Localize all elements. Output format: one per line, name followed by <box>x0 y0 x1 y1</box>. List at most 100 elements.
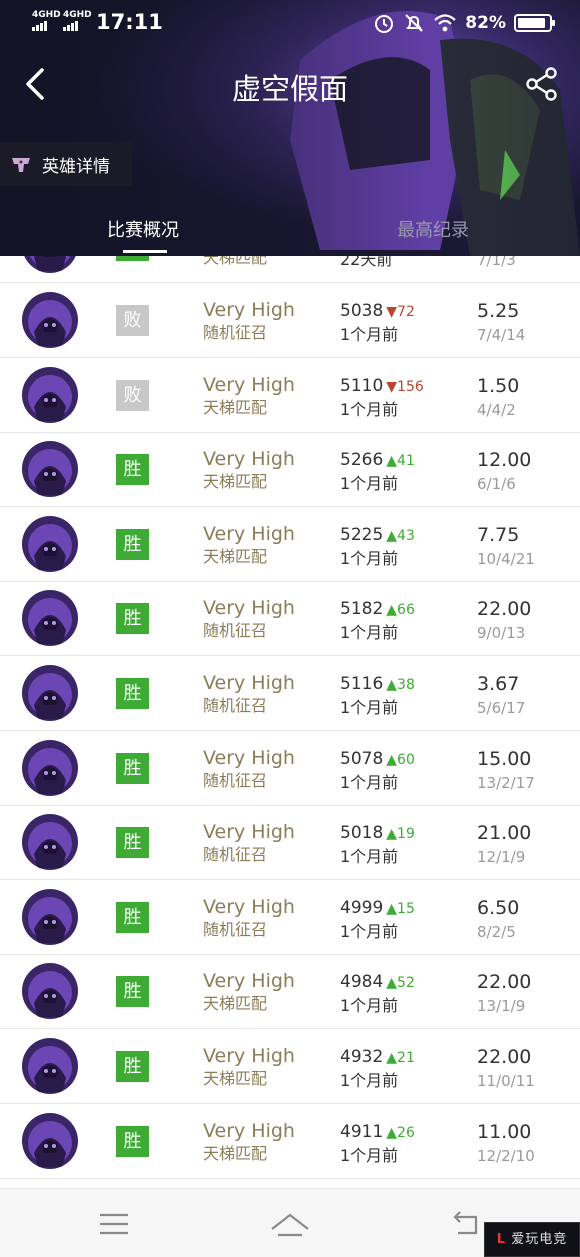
match-row-partial[interactable]: 天梯匹配 22天前 7/1/3 <box>0 256 580 283</box>
mmr-value: 4984 ▲52 <box>340 972 415 993</box>
triangle-down-icon: ▼ <box>386 378 398 395</box>
kda-detail: 9/0/13 <box>477 624 526 643</box>
match-time-ago: 1个月前 <box>340 996 399 1016</box>
result-badge: 胜 <box>116 603 149 635</box>
skill-bracket: Very High <box>203 522 295 545</box>
match-row[interactable]: 胜 Very High 天梯匹配 4911 ▲26 1个月前 11.00 12/2/10 <box>0 1104 580 1179</box>
mmr-number: 5116 <box>340 674 384 694</box>
match-time-ago: 1个月前 <box>340 1145 399 1165</box>
mmr-number: 4984 <box>340 972 384 993</box>
match-row[interactable]: 胜 Very High 随机征召 4999 ▲15 1个月前 6.50 8/2/5 <box>0 880 580 955</box>
match-row[interactable]: 胜 Very High 随机征召 5018 ▲19 1个月前 21.00 12/1/9 <box>0 805 580 881</box>
match-row[interactable]: 败 Very High 天梯匹配 5110 ▼156 1个月前 1.50 4/4/2 <box>0 358 580 433</box>
hero-detail-button[interactable]: 英雄详情 <box>0 142 132 186</box>
status-right-group: 82% <box>373 10 555 36</box>
kda-ratio: 1.50 <box>477 374 520 397</box>
mmr-delta-value: 72 <box>397 304 415 320</box>
triangle-up-icon: ▲ <box>386 1124 398 1141</box>
match-row[interactable]: 胜 Very High 天梯匹配 4932 ▲21 1个月前 22.00 11/0/11 <box>0 1029 580 1104</box>
mmr-value: 5078 ▲60 <box>340 749 415 770</box>
match-mode: 随机征召 <box>203 845 268 865</box>
hero-avatar <box>22 515 78 572</box>
match-row[interactable]: 败 Very High 随机征召 5038 ▼72 1个月前 5.25 7/4/14 <box>0 283 580 358</box>
match-row[interactable]: 胜 Very High 随机征召 5116 ▲38 1个月前 3.67 5/6/17 <box>0 656 580 731</box>
result-badge <box>116 256 149 261</box>
mmr-value: 5266 ▲41 <box>340 450 415 471</box>
match-time-ago: 1个月前 <box>340 847 399 867</box>
hero-avatar <box>22 366 78 423</box>
match-mode: 天梯匹配 <box>203 994 268 1014</box>
match-time-ago: 1个月前 <box>340 474 399 494</box>
skill-bracket: Very High <box>203 895 295 918</box>
mmr-delta-value: 15 <box>397 900 415 917</box>
match-row[interactable]: 胜 Very High 天梯匹配 4984 ▲52 1个月前 22.00 13/1/9 <box>0 954 580 1030</box>
match-mode: 天梯匹配 <box>203 1143 268 1163</box>
battery-percent: 82% <box>465 13 506 33</box>
mmr-value: 4999 ▲15 <box>340 898 415 919</box>
status-time: 17:11 <box>96 10 163 34</box>
mmr-value: 5018 ▲19 <box>340 823 415 844</box>
triangle-up-icon: ▲ <box>386 677 398 693</box>
battery-icon <box>514 14 555 32</box>
mmr-value: 5110 ▼156 <box>340 376 424 397</box>
match-mode: 随机征召 <box>203 770 268 790</box>
match-row[interactable]: 胜 Very High 随机征召 5078 ▲60 1个月前 15.00 13/2/17 <box>0 731 580 806</box>
hero-avatar <box>22 665 78 721</box>
match-time-ago: 1个月前 <box>340 698 399 717</box>
match-row[interactable]: 胜 Very High 天梯匹配 5225 ▲43 1个月前 7.75 10/4/21 <box>0 507 580 582</box>
hero-avatar <box>22 1112 78 1169</box>
skill-bracket: Very High <box>203 746 295 769</box>
match-row[interactable]: 胜 Very High 天梯匹配 5266 ▲41 1个月前 12.00 6/1/6 <box>0 432 580 508</box>
match-row[interactable]: 胜 Very High 随机征召 5182 ▲66 1个月前 22.00 9/0/13 <box>0 581 580 657</box>
match-time-ago: 1个月前 <box>340 399 399 419</box>
mute-bell-icon <box>405 14 424 32</box>
skill-bracket: Very High <box>203 1045 295 1067</box>
skill-bracket: Very High <box>203 970 295 993</box>
mmr-delta-value: 26 <box>397 1124 415 1141</box>
hero-avatar <box>22 1038 78 1094</box>
mmr-number: 5225 <box>340 524 384 545</box>
tab-match-overview[interactable]: 比赛概况 <box>107 216 179 242</box>
mmr-delta: ▲41 <box>386 453 415 469</box>
mmr-number: 5182 <box>340 599 384 620</box>
match-time-ago: 1个月前 <box>340 1071 399 1090</box>
result-badge: 胜 <box>116 752 149 784</box>
mmr-value: 5116 ▲38 <box>340 674 415 695</box>
signal-label-2: 4GHD <box>63 10 92 20</box>
result-badge: 败 <box>116 305 149 336</box>
mmr-delta-value: 41 <box>397 453 415 470</box>
mmr-value: 4911 ▲26 <box>340 1122 415 1143</box>
watermark-text: 爱玩电竞 <box>511 1232 568 1247</box>
share-icon[interactable] <box>524 66 560 102</box>
mmr-delta-value: 38 <box>397 677 415 693</box>
title-bar: 虚空假面 <box>0 56 580 112</box>
skill-bracket: Very High <box>203 1119 295 1142</box>
mmr-delta: ▲15 <box>386 901 415 917</box>
menu-icon[interactable] <box>94 1207 134 1241</box>
match-time-ago: 1个月前 <box>340 548 399 568</box>
tab-records[interactable]: 最高纪录 <box>397 216 469 242</box>
kda-detail: 4/4/2 <box>477 400 516 419</box>
mmr-number: 4999 <box>340 897 384 918</box>
triangle-down-icon: ▼ <box>386 304 398 320</box>
skill-bracket: Very High <box>203 821 295 844</box>
return-icon[interactable] <box>446 1207 486 1241</box>
triangle-up-icon: ▲ <box>386 975 398 992</box>
watermark-logo: L 爱玩电竞 <box>484 1222 580 1257</box>
hero-avatar <box>22 963 78 1020</box>
match-mode: 随机征召 <box>203 919 268 939</box>
kda-ratio: 3.67 <box>477 673 520 695</box>
mmr-delta-value: 21 <box>397 1050 415 1066</box>
kda-ratio: 15.00 <box>477 747 532 770</box>
skill-bracket: Very High <box>203 299 295 321</box>
triangle-up-icon: ▲ <box>386 527 398 544</box>
match-list[interactable]: 天梯匹配 22天前 7/1/3 败 Very High 随机征召 5038 ▼72 1个月… <box>0 256 580 1188</box>
kda-detail: 10/4/21 <box>477 549 535 568</box>
match-mode: 天梯匹配 <box>203 256 268 267</box>
hero-helmet-icon <box>12 158 30 172</box>
hero-avatar <box>22 590 78 647</box>
kda-ratio: 21.00 <box>477 822 532 845</box>
kda-detail: 11/0/11 <box>477 1072 535 1090</box>
home-icon[interactable] <box>270 1207 310 1241</box>
wifi-icon <box>434 14 457 32</box>
